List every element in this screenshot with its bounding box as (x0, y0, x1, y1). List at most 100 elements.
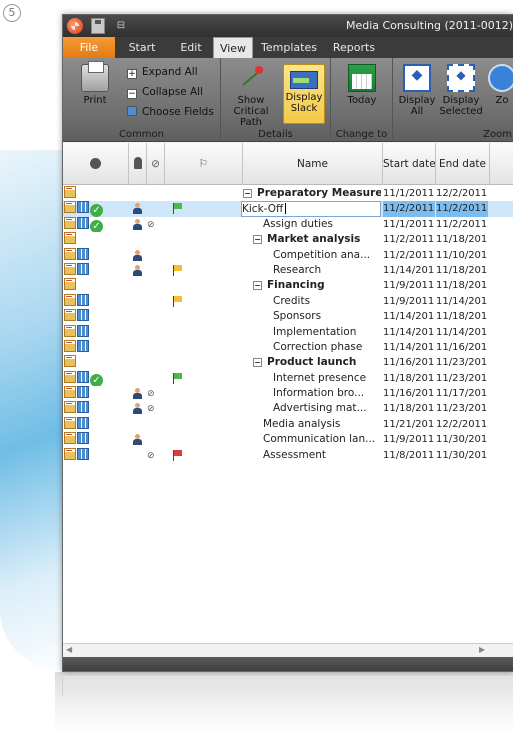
zoom-button[interactable]: Zo (487, 64, 513, 106)
task-name[interactable]: Correction phase (243, 340, 381, 355)
table-row[interactable]: Sponsors11/14/201...11/18/201... (63, 309, 513, 324)
tab-file[interactable]: File (63, 37, 115, 58)
task-name[interactable]: Communication lan... (243, 432, 381, 447)
task-end-date[interactable]: 11/18/201... (436, 309, 488, 324)
table-row[interactable]: −Financing11/9/2011...11/18/201... (63, 278, 513, 293)
table-row[interactable]: Credits11/9/2011...11/14/201... (63, 293, 513, 309)
column-header-more[interactable] (490, 143, 513, 185)
task-name[interactable]: − Preparatory Measures (243, 186, 381, 201)
table-row[interactable]: Research11/14/201...11/18/201... (63, 262, 513, 278)
tab-templates[interactable]: Templates (253, 37, 325, 58)
column-header-attachment[interactable]: ⊘ (147, 143, 165, 185)
task-name[interactable]: − Product launch (243, 355, 381, 370)
task-end-date[interactable]: 11/14/201... (436, 294, 488, 309)
table-row[interactable]: ✓Kick-Off11/2/2011...11/2/2011... (63, 201, 513, 217)
task-end-date[interactable]: 11/18/201... (436, 263, 488, 278)
task-name[interactable]: Information bro... (243, 386, 381, 401)
task-name[interactable]: Kick-Off (241, 201, 381, 217)
task-end-date[interactable]: 11/10/201... (436, 248, 488, 263)
collapse-toggle-icon[interactable]: − (253, 358, 262, 368)
task-start-date[interactable]: 11/16/201... (383, 386, 435, 401)
task-start-date[interactable]: 11/18/201... (383, 371, 435, 386)
task-name[interactable]: Advertising mat... (243, 401, 381, 416)
display-slack-button[interactable]: Display Slack (283, 64, 325, 124)
collapse-toggle-icon[interactable]: − (243, 189, 252, 198)
display-selected-button[interactable]: Display Selected (439, 64, 483, 117)
task-end-date[interactable]: 11/23/201... (436, 401, 488, 416)
task-start-date[interactable]: 11/14/201... (383, 263, 435, 278)
display-all-button[interactable]: Display All (397, 64, 437, 117)
task-start-date[interactable]: 11/14/201... (383, 325, 435, 340)
task-end-date[interactable]: 11/18/201... (436, 278, 488, 293)
tab-edit[interactable]: Edit (169, 37, 213, 58)
table-row[interactable]: −Preparatory Measures11/1/2011...12/2/20… (63, 186, 513, 201)
table-row[interactable]: ✓ Internet presence11/18/201...11/23/201.… (63, 370, 513, 387)
choose-fields-button[interactable]: Choose Fields (127, 104, 214, 120)
collapse-toggle-icon[interactable]: − (253, 235, 262, 245)
task-start-date[interactable]: 11/21/201... (383, 417, 435, 432)
task-name[interactable]: Research (243, 263, 381, 278)
show-critical-path-button[interactable]: Show Critical Path (223, 64, 279, 128)
task-name[interactable]: − Market analysis (243, 232, 381, 247)
column-header-flag[interactable]: ⚐ (165, 143, 243, 185)
task-end-date[interactable]: 12/2/2011... (436, 186, 488, 201)
table-row[interactable]: Correction phase11/14/201...11/16/201... (63, 339, 513, 355)
quick-access-menu-icon[interactable]: ⊟ (115, 18, 127, 34)
task-start-date[interactable]: 11/14/201... (383, 340, 435, 355)
scroll-left-icon[interactable]: ◀ (66, 645, 72, 654)
task-start-date[interactable]: 11/2/2011... (383, 201, 435, 217)
print-button[interactable]: Print (75, 61, 115, 106)
column-header-end-date[interactable]: End date (436, 143, 490, 185)
today-button[interactable]: Today (341, 64, 383, 106)
task-start-date[interactable]: 11/8/2011... (383, 448, 435, 463)
task-start-date[interactable]: 11/9/2011... (383, 294, 435, 309)
task-end-date[interactable]: 11/16/201... (436, 340, 488, 355)
task-name[interactable]: Assessment (243, 448, 381, 463)
task-end-date[interactable]: 11/18/201... (436, 232, 488, 247)
task-start-date[interactable]: 11/1/2011... (383, 217, 435, 232)
table-row[interactable]: ⊘ Assessment11/8/2011...11/30/201... (63, 447, 513, 463)
table-row[interactable]: Competition ana...11/2/2011...11/10/201.… (63, 247, 513, 263)
task-end-date[interactable]: 11/30/201... (436, 432, 488, 447)
table-row[interactable]: ⊘ Information bro...11/16/201...11/17/201… (63, 386, 513, 401)
tab-view[interactable]: View (213, 37, 253, 58)
column-header-name[interactable]: Name (243, 143, 383, 185)
task-name[interactable]: Implementation (243, 325, 381, 340)
column-header-start-date[interactable]: Start date (383, 143, 436, 185)
task-name[interactable]: Assign duties (243, 217, 381, 232)
task-start-date[interactable]: 11/2/2011... (383, 248, 435, 263)
app-logo-icon[interactable] (67, 18, 83, 34)
collapse-all-button[interactable]: − Collapse All (127, 84, 203, 100)
task-name[interactable]: − Financing (243, 278, 381, 293)
tab-reports[interactable]: Reports (325, 37, 383, 58)
table-row[interactable]: −Market analysis11/2/2011...11/18/201... (63, 232, 513, 247)
task-name[interactable]: Media analysis (243, 417, 381, 432)
task-end-date[interactable]: 11/17/201... (436, 386, 488, 401)
task-start-date[interactable]: 11/18/201... (383, 401, 435, 416)
table-row[interactable]: −Product launch11/16/201...11/23/201... (63, 355, 513, 370)
column-header-info[interactable] (63, 143, 129, 185)
task-start-date[interactable]: 11/1/2011... (383, 186, 435, 201)
task-end-date[interactable]: 11/23/201... (436, 355, 488, 370)
task-name[interactable]: Competition ana... (243, 248, 381, 263)
horizontal-scrollbar[interactable]: ◀ ▶ (63, 643, 513, 657)
task-start-date[interactable]: 11/9/2011... (383, 432, 435, 447)
task-end-date[interactable]: 11/14/201... (436, 325, 488, 340)
save-icon[interactable] (91, 18, 105, 34)
task-name[interactable]: Sponsors (243, 309, 381, 324)
task-end-date[interactable]: 11/23/201... (436, 371, 488, 386)
collapse-toggle-icon[interactable]: − (253, 281, 262, 291)
task-end-date[interactable]: 12/2/2011... (436, 417, 488, 432)
table-row[interactable]: Implementation11/14/201...11/14/201... (63, 324, 513, 340)
expand-all-button[interactable]: + Expand All (127, 64, 198, 80)
table-row[interactable]: Media analysis11/21/201...12/2/2011... (63, 416, 513, 432)
table-row[interactable]: Communication lan...11/9/2011...11/30/20… (63, 432, 513, 447)
task-start-date[interactable]: 11/16/201... (383, 355, 435, 370)
task-start-date[interactable]: 11/9/2011... (383, 278, 435, 293)
task-end-date[interactable]: 11/2/2011... (436, 217, 488, 232)
table-row[interactable]: ⊘ Advertising mat...11/18/201...11/23/201… (63, 401, 513, 416)
task-name[interactable]: Credits (243, 294, 381, 309)
task-start-date[interactable]: 11/2/2011... (383, 232, 435, 247)
task-start-date[interactable]: 11/14/201... (383, 309, 435, 324)
scroll-right-icon[interactable]: ▶ (479, 645, 485, 654)
